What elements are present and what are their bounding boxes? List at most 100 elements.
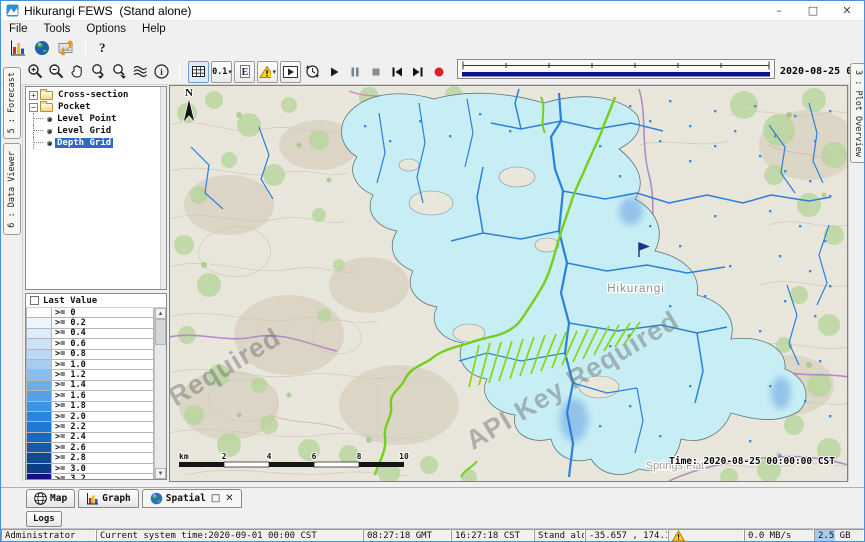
legend-color-swatch — [26, 443, 52, 453]
menu-options[interactable]: Options — [78, 23, 134, 35]
legend-row[interactable]: >= 0.4 — [26, 329, 154, 339]
logs-button[interactable]: Logs — [26, 511, 62, 527]
tree-item-depth-grid[interactable]: Depth Grid — [26, 137, 166, 149]
legend-row[interactable]: >= 0.2 — [26, 318, 154, 328]
status-network-rate: 0.0 MB/s — [744, 529, 814, 542]
tab-spatial[interactable]: Spatial □ ✕ — [142, 489, 242, 508]
legend-row[interactable]: >= 3.2 — [26, 474, 154, 479]
legend-row[interactable]: >= 0.8 — [26, 350, 154, 360]
zoom-previous-button[interactable] — [88, 61, 109, 83]
legend-row[interactable]: >= 1.8 — [26, 402, 154, 412]
class-scale-value: 0.1 — [212, 67, 227, 77]
info-button[interactable]: i — [151, 61, 172, 83]
status-bar: Administrator Current system time:2020-0… — [1, 528, 864, 542]
status-gmt-time: 08:27:18 GMT — [363, 529, 451, 542]
folder-icon — [40, 91, 53, 100]
tree-item-level-point[interactable]: Level Point — [26, 113, 166, 125]
tab-data-viewer[interactable]: 6 : Data Viewer — [3, 143, 21, 235]
menu-tools[interactable]: Tools — [36, 23, 79, 35]
help-button[interactable]: ? — [93, 40, 112, 56]
layer-bullet-icon — [47, 141, 52, 146]
tab-maximize-icon[interactable]: □ — [211, 493, 220, 504]
tree-item-pocket[interactable]: − Pocket — [26, 101, 166, 113]
grid-display-button[interactable] — [188, 61, 209, 83]
expand-icon[interactable]: + — [29, 91, 38, 100]
map-viewport[interactable]: Hikurangi Springs Flat API Key Required … — [169, 85, 848, 482]
legend-row[interactable]: >= 0.6 — [26, 339, 154, 349]
window-controls: – □ ✕ — [762, 1, 864, 20]
map-time-label: Time: 2020-08-25 00:00:00 CST — [669, 456, 835, 467]
minimize-button[interactable]: – — [762, 1, 796, 20]
legend-row[interactable]: >= 0 — [26, 308, 154, 318]
legend-row[interactable]: >= 1.4 — [26, 381, 154, 391]
svg-text:2: 2 — [222, 452, 227, 461]
play-button[interactable] — [323, 61, 344, 83]
maximize-button[interactable]: □ — [796, 1, 830, 20]
tab-close-icon[interactable]: ✕ — [225, 493, 233, 504]
collapse-icon[interactable]: − — [29, 103, 38, 112]
last-value-label: Last Value — [43, 296, 97, 306]
chevron-down-icon: ▾ — [228, 68, 232, 76]
svg-text:6: 6 — [312, 452, 317, 461]
step-forward-button[interactable] — [407, 61, 428, 83]
tab-graph[interactable]: Graph — [78, 489, 139, 508]
legend-row[interactable]: >= 2.4 — [26, 433, 154, 443]
menu-help[interactable]: Help — [134, 23, 174, 35]
zoom-in-button[interactable] — [25, 61, 46, 83]
pause-button[interactable] — [344, 61, 365, 83]
main-area: 5 : Forecast 6 : Data Viewer + Cross-sec… — [1, 85, 865, 482]
layers-button[interactable] — [130, 61, 151, 83]
tree-scrollbar[interactable] — [160, 87, 166, 289]
legend-row[interactable]: >= 1.2 — [26, 370, 154, 380]
scroll-up-icon[interactable]: ▲ — [155, 308, 166, 319]
scroll-thumb[interactable] — [155, 319, 166, 345]
legend-row[interactable]: >= 2.6 — [26, 443, 154, 453]
time-slider[interactable] — [457, 59, 775, 84]
bottom-tab-bar: Map Graph Spatial □ ✕ — [1, 482, 864, 508]
animation-display-button[interactable] — [280, 61, 301, 83]
legend-color-swatch — [26, 453, 52, 463]
legend-color-swatch — [26, 422, 52, 432]
svg-text:E: E — [241, 67, 248, 78]
tree-item-level-grid[interactable]: Level Grid — [26, 125, 166, 137]
close-button[interactable]: ✕ — [830, 1, 864, 20]
status-warning-cell — [668, 529, 744, 542]
legend-row[interactable]: >= 2.8 — [26, 453, 154, 463]
animation-settings-button[interactable] — [302, 61, 323, 83]
svg-text:10: 10 — [399, 452, 409, 461]
classbreaks-dropdown[interactable]: 0.1 ▾ — [211, 61, 232, 83]
main-toolbar: ? — [1, 37, 864, 59]
legend-row[interactable]: >= 1.0 — [26, 360, 154, 370]
pan-hand-button[interactable] — [67, 61, 88, 83]
window-title: Hikurangi FEWS (Stand alone) — [24, 4, 191, 18]
tab-forecast[interactable]: 5 : Forecast — [3, 67, 21, 139]
last-value-checkbox[interactable] — [30, 296, 39, 305]
legend-row[interactable]: >= 2.0 — [26, 412, 154, 422]
logs-row: Logs — [1, 508, 864, 528]
scroll-down-icon[interactable]: ▼ — [155, 468, 166, 479]
tree-item-cross-section[interactable]: + Cross-section — [26, 89, 166, 101]
legend-row[interactable]: >= 1.6 — [26, 391, 154, 401]
menu-file[interactable]: File — [1, 23, 36, 35]
toolbar-separator — [179, 64, 180, 80]
legend-row[interactable]: >= 2.2 — [26, 422, 154, 432]
data-display-button[interactable] — [6, 38, 30, 58]
legend-row[interactable]: >= 3.0 — [26, 464, 154, 474]
legend-color-swatch — [26, 370, 52, 380]
zoom-out-button[interactable] — [46, 61, 67, 83]
spatial-display-button[interactable] — [30, 38, 54, 58]
tab-map[interactable]: Map — [26, 489, 75, 508]
stop-button[interactable] — [365, 61, 386, 83]
status-system-time: Current system time:2020-09-01 00:00 CST — [96, 529, 363, 542]
svg-text:4: 4 — [267, 452, 272, 461]
step-back-button[interactable] — [386, 61, 407, 83]
thresholds-dropdown[interactable]: ▾ — [257, 61, 278, 83]
zoom-next-button[interactable] — [109, 61, 130, 83]
legend-table: >= 0 >= 0.2 >= 0.4 >= 0.6 >= 0.8 >= 1.0 … — [26, 308, 166, 479]
legend-edit-button[interactable]: E — [234, 61, 255, 83]
legend-scrollbar[interactable]: ▲ ▼ — [154, 308, 166, 479]
legend-color-swatch — [26, 464, 52, 474]
import-grid-button[interactable] — [54, 38, 78, 58]
tab-plot-overview[interactable]: 3 : Plot Overview — [850, 63, 865, 163]
record-button[interactable] — [428, 61, 449, 83]
